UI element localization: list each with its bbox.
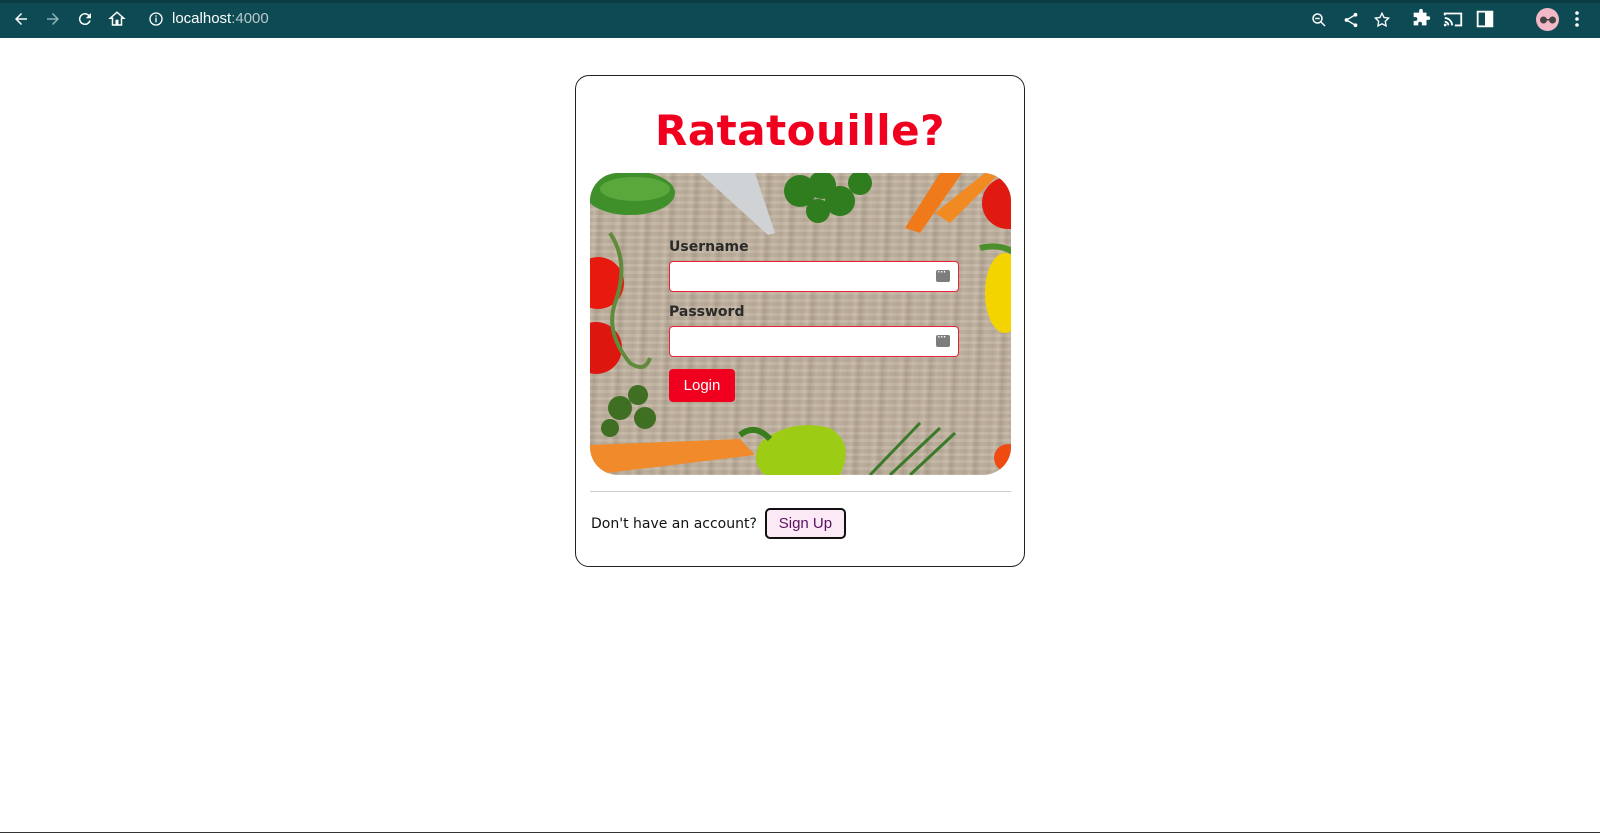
- password-input[interactable]: [669, 326, 959, 357]
- share-icon[interactable]: [1342, 11, 1360, 29]
- password-label: Password: [669, 304, 745, 320]
- vegetable-background-image: Username Password Login: [590, 173, 1011, 475]
- side-panel-icon[interactable]: [1474, 8, 1496, 30]
- cast-icon[interactable]: [1442, 8, 1464, 30]
- avatar-icon[interactable]: [1536, 8, 1559, 31]
- arrow-left-icon: [15, 13, 27, 25]
- puzzle-icon[interactable]: [1410, 8, 1432, 30]
- browser-toolbar: localhost:4000: [0, 0, 1600, 38]
- url-host: localhost: [172, 10, 232, 27]
- home-icon: [108, 11, 126, 26]
- info-icon[interactable]: [148, 11, 164, 27]
- star-icon[interactable]: [1373, 11, 1391, 29]
- url-text[interactable]: localhost:4000: [172, 10, 269, 27]
- login-card: Ratatouille? Username ··· Password ··· L…: [575, 75, 1025, 567]
- username-input[interactable]: [669, 261, 959, 292]
- address-bar[interactable]: localhost:4000: [138, 5, 1396, 33]
- forward-button[interactable]: [42, 8, 64, 30]
- password-manager-key-icon[interactable]: [936, 330, 950, 347]
- signup-button[interactable]: Sign Up: [764, 508, 846, 539]
- reload-button[interactable]: [74, 8, 96, 30]
- reload-icon: [78, 13, 91, 26]
- back-button[interactable]: [10, 8, 32, 30]
- arrow-right-icon: [47, 13, 59, 25]
- toolbar-accent: [0, 0, 1600, 3]
- zoom-icon[interactable]: [1310, 11, 1328, 29]
- kebab-menu-icon[interactable]: [1574, 10, 1580, 28]
- home-button[interactable]: [106, 8, 128, 30]
- username-label: Username: [669, 239, 749, 255]
- divider: [590, 491, 1011, 492]
- password-manager-key-icon[interactable]: [936, 265, 950, 282]
- signup-prompt: Don't have an account?: [591, 515, 757, 532]
- url-port: :4000: [231, 10, 269, 27]
- signup-row: Don't have an account? Sign Up: [591, 508, 846, 539]
- glasses-icon: [1539, 16, 1556, 23]
- login-button[interactable]: Login: [669, 369, 735, 402]
- login-form: Username Password Login: [669, 239, 959, 402]
- page-title: Ratatouille?: [655, 106, 945, 155]
